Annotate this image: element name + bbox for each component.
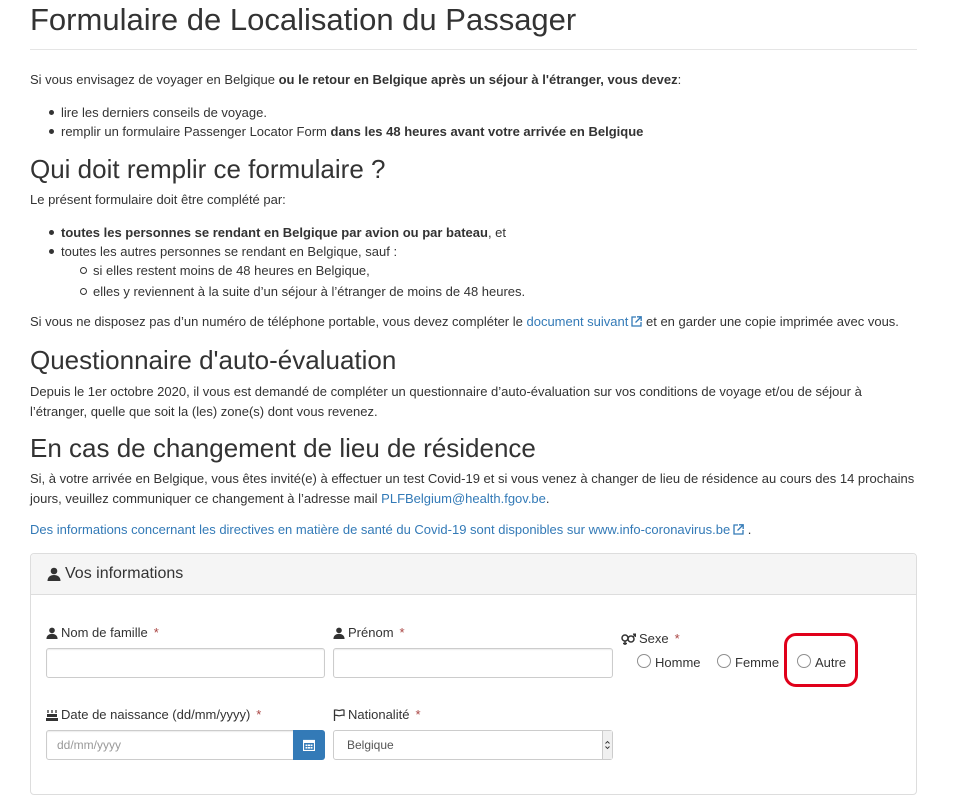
list-item: toutes les personnes se rendant en Belgi…	[30, 223, 525, 242]
list-item-text: toutes les autres personnes se rendant e…	[61, 244, 398, 259]
self-eval-text: Depuis le 1er octobre 2020, il vous est …	[30, 384, 862, 419]
radio-button[interactable]	[717, 654, 731, 668]
residence-heading: En cas de changement de lieu de résidenc…	[30, 433, 536, 463]
info-coronavirus-link[interactable]: Des informations concernant les directiv…	[30, 522, 745, 537]
first-name-input[interactable]	[333, 648, 613, 678]
cake-icon	[46, 709, 58, 721]
first-name-label-text: Prénom	[348, 625, 394, 640]
sub-list-item: elles y reviennent à la suite d’un séjou…	[30, 282, 525, 301]
info-link-text: Des informations concernant les directiv…	[30, 522, 731, 537]
external-link-icon	[733, 524, 745, 535]
page-title: Formulaire de Localisation du Passager	[30, 2, 577, 37]
last-name-label-text: Nom de famille	[61, 625, 148, 640]
nationality-label-text: Nationalité	[348, 707, 410, 722]
required-mark: *	[415, 707, 421, 722]
required-mark: *	[256, 707, 262, 722]
first-name-label: Prénom *	[333, 625, 405, 640]
residence-text-end: .	[545, 491, 550, 506]
list-item: lire les derniers conseils de voyage.	[30, 103, 643, 122]
who-list: toutes les personnes se rendant en Belgi…	[30, 223, 525, 301]
intro-colon: :	[677, 72, 682, 87]
flag-icon	[333, 708, 345, 721]
panel-title-text: Vos informations	[65, 565, 184, 582]
sub-list-container: si elles restent moins de 48 heures en B…	[30, 261, 525, 301]
required-mark: *	[399, 625, 405, 640]
phone-text: Si vous ne disposez pas d’un numéro de t…	[30, 314, 527, 329]
sex-option-femme[interactable]: Femme	[717, 654, 779, 670]
intro-bold-text: ou le retour en Belgique après un séjour…	[278, 72, 678, 87]
list-item-text: , et	[487, 225, 507, 240]
intro-paragraph: Si vous envisagez de voyager en Belgique…	[30, 70, 681, 90]
list-item: remplir un formulaire Passenger Locator …	[30, 122, 643, 141]
info-end: .	[744, 522, 752, 537]
intro-text: Si vous envisagez de voyager en Belgique	[30, 72, 279, 87]
last-name-label: Nom de famille *	[46, 625, 159, 640]
phone-paragraph: Si vous ne disposez pas d’un numéro de t…	[30, 312, 899, 332]
list-item-text: lire les derniers conseils de voyage.	[61, 105, 267, 120]
nationality-selected-value: Belgique	[347, 738, 394, 752]
who-lead: Le présent formulaire doit être complété…	[30, 192, 286, 207]
gender-icon	[621, 633, 636, 645]
sub-list-item: si elles restent moins de 48 heures en B…	[30, 261, 525, 280]
sex-option-homme[interactable]: Homme	[637, 654, 701, 670]
list-item-bold: toutes les personnes se rendant en Belgi…	[61, 225, 488, 240]
dropdown-arrow[interactable]	[602, 731, 612, 759]
radio-label: Homme	[655, 655, 701, 670]
self-eval-heading: Questionnaire d'auto-évaluation	[30, 345, 397, 375]
list-item: toutes les autres personnes se rendant e…	[30, 242, 525, 261]
calendar-icon	[303, 739, 315, 751]
radio-button[interactable]	[637, 654, 651, 668]
panel-heading: Vos informations	[31, 554, 916, 595]
birth-date-input[interactable]	[46, 730, 294, 760]
list-item-text: remplir un formulaire Passenger Locator …	[61, 124, 331, 139]
highlight-box	[784, 633, 858, 687]
phone-text-end: et en garder une copie imprimée avec vou…	[642, 314, 899, 329]
document-link[interactable]: document suivant	[526, 314, 643, 329]
who-heading: Qui doit remplir ce formulaire ?	[30, 154, 386, 184]
user-icon	[333, 627, 345, 639]
email-link[interactable]: PLFBelgium@health.fgov.be	[381, 491, 546, 506]
required-mark: *	[674, 631, 680, 646]
nationality-select[interactable]: Belgique	[333, 730, 613, 760]
chevron-down-icon	[605, 740, 610, 750]
sex-label-text: Sexe	[639, 631, 669, 646]
required-mark: *	[153, 625, 159, 640]
radio-label: Femme	[735, 655, 780, 670]
sex-label: Sexe *	[621, 631, 680, 646]
birth-date-label-text: Date de naissance (dd/mm/yyyy)	[61, 707, 251, 722]
info-paragraph: Des informations concernant les directiv…	[30, 520, 751, 540]
birth-date-label: Date de naissance (dd/mm/yyyy) *	[46, 707, 261, 722]
intro-list: lire les derniers conseils de voyage. re…	[30, 103, 643, 141]
panel-title: Vos informations	[47, 565, 183, 583]
nationality-label: Nationalité *	[333, 707, 421, 722]
last-name-input[interactable]	[46, 648, 325, 678]
calendar-button[interactable]	[293, 730, 325, 760]
sub-list: si elles restent moins de 48 heures en B…	[30, 261, 525, 301]
title-divider	[30, 49, 917, 50]
user-icon	[46, 627, 58, 639]
residence-paragraph: Si, à votre arrivée en Belgique, vous êt…	[30, 469, 915, 509]
external-link-icon	[631, 316, 643, 327]
document-link-text: document suivant	[526, 314, 629, 329]
list-item-bold: dans les 48 heures avant votre arrivée e…	[330, 124, 644, 139]
user-icon	[47, 567, 61, 581]
